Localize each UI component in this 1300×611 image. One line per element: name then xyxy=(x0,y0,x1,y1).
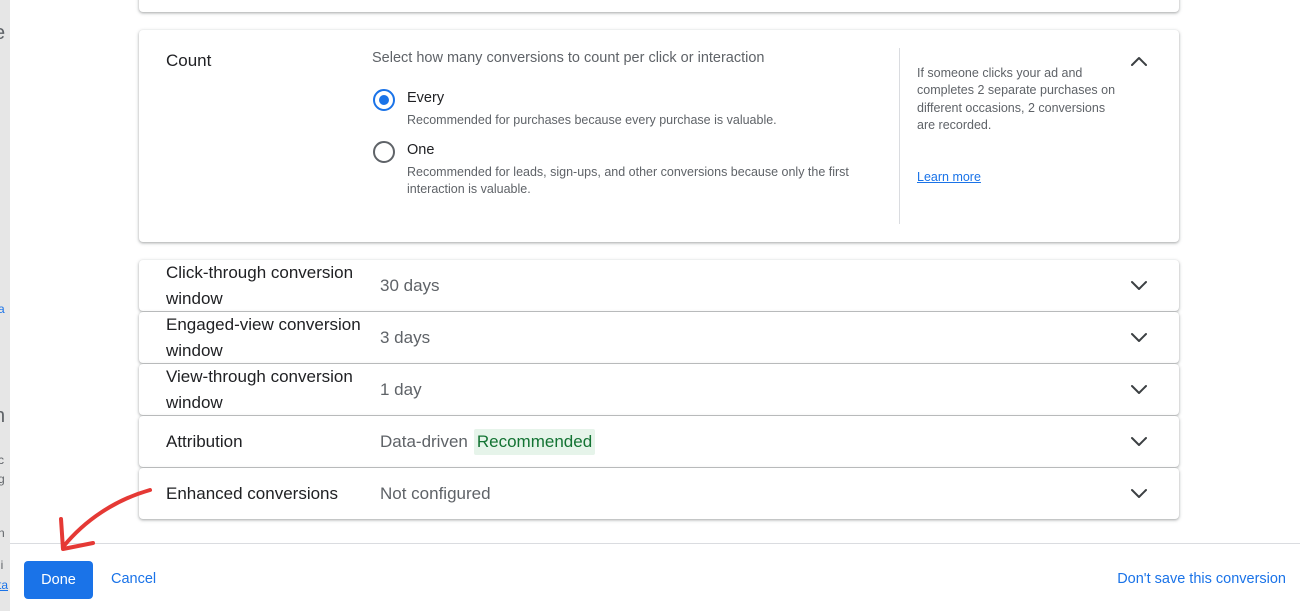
underlay-text: n xyxy=(0,526,5,540)
row-value: 30 days xyxy=(380,276,440,295)
underlay-text: n xyxy=(0,405,5,428)
row-value-container: Data-driven Recommended xyxy=(380,429,596,455)
chevron-down-icon[interactable] xyxy=(1127,481,1151,505)
radio-every[interactable] xyxy=(373,89,395,111)
underlay-text: g xyxy=(0,472,5,486)
underlay-text: e xyxy=(0,22,5,45)
background-page-edge: e a n c g n li ta xyxy=(0,0,10,611)
row-value: 3 days xyxy=(380,328,431,347)
count-setting-card: Count Select how many conversions to cou… xyxy=(139,30,1179,242)
radio-one[interactable] xyxy=(373,141,395,163)
attribution-row[interactable]: Attribution Data-driven Recommended xyxy=(139,416,1179,467)
option-description: Recommended for leads, sign-ups, and oth… xyxy=(407,165,849,196)
count-prompt: Select how many conversions to count per… xyxy=(372,50,765,66)
engaged-view-window-row[interactable]: Engaged-view conversion window 3 days xyxy=(139,312,1179,363)
underlay-text: a xyxy=(0,302,5,316)
row-title: View-through conversion window xyxy=(166,367,353,412)
conversion-settings-panel: Count Select how many conversions to cou… xyxy=(10,0,1300,611)
underlay-text: li xyxy=(0,558,4,572)
view-through-window-row[interactable]: View-through conversion window 1 day xyxy=(139,364,1179,415)
row-value: 1 day xyxy=(380,380,422,399)
row-title: Attribution xyxy=(166,432,243,451)
row-title: Engaged-view conversion window xyxy=(166,315,361,360)
cancel-button[interactable]: Cancel xyxy=(111,571,156,587)
chevron-down-icon[interactable] xyxy=(1127,325,1151,349)
click-through-window-row[interactable]: Click-through conversion window 30 days xyxy=(139,260,1179,311)
help-text: If someone clicks your ad and completes … xyxy=(917,66,1116,133)
count-title: Count xyxy=(166,51,212,70)
underlay-text: ta xyxy=(0,578,9,592)
row-title: Enhanced conversions xyxy=(166,484,339,503)
dont-save-conversion-link[interactable]: Don't save this conversion xyxy=(1117,571,1286,587)
done-button[interactable]: Done xyxy=(24,561,93,599)
row-value: Not configured xyxy=(380,484,491,503)
option-description: Recommended for purchases because every … xyxy=(407,113,777,127)
row-title: Click-through conversion window xyxy=(166,263,354,308)
chevron-up-icon[interactable] xyxy=(1127,50,1151,74)
chevron-down-icon[interactable] xyxy=(1127,429,1151,453)
option-label[interactable]: One xyxy=(407,142,434,158)
recommended-badge: Recommended xyxy=(473,429,596,455)
chevron-down-icon[interactable] xyxy=(1127,377,1151,401)
enhanced-conversions-row[interactable]: Enhanced conversions Not configured xyxy=(139,468,1179,519)
option-label[interactable]: Every xyxy=(407,90,444,106)
chevron-down-icon[interactable] xyxy=(1127,273,1151,297)
action-footer: Done Cancel Don't save this conversion xyxy=(10,543,1300,611)
help-divider xyxy=(899,48,900,224)
learn-more-link[interactable]: Learn more xyxy=(917,170,981,184)
row-value: Data-driven xyxy=(380,432,468,451)
previous-setting-card xyxy=(139,0,1179,12)
underlay-text: c xyxy=(0,453,4,467)
